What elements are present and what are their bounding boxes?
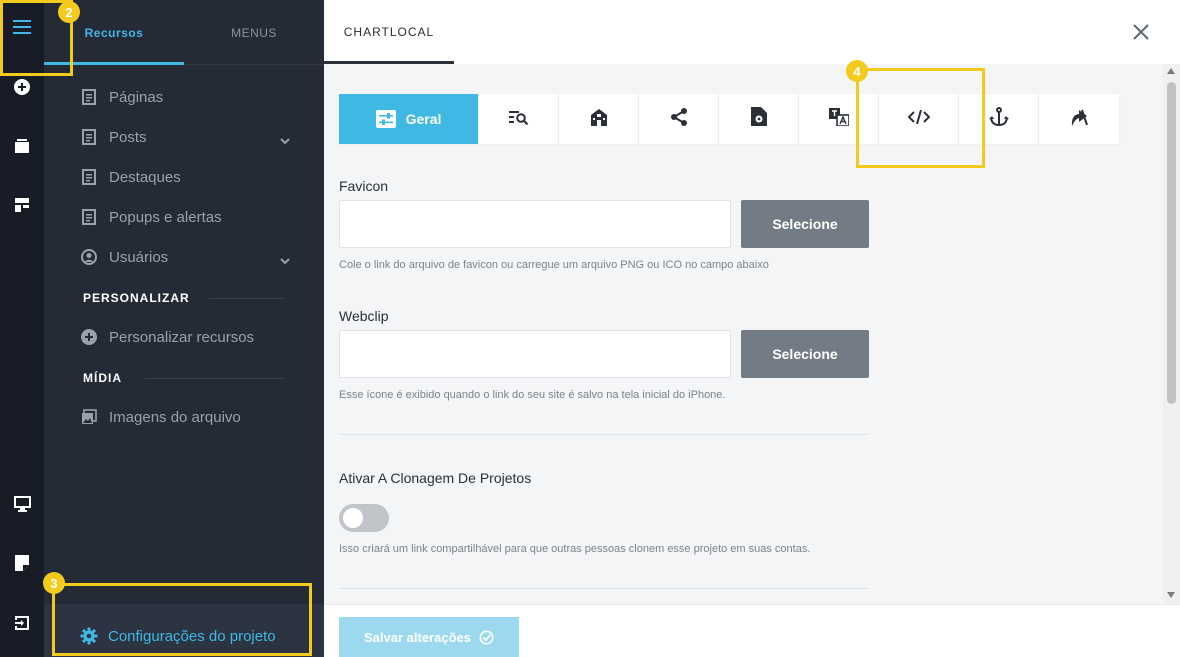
- section-divider: [145, 378, 285, 379]
- annotation-badge: 2: [58, 1, 80, 23]
- document-icon: [80, 128, 98, 146]
- search-list-icon: [508, 109, 529, 130]
- hamburger-menu-icon[interactable]: [0, 9, 44, 45]
- layers-icon[interactable]: [0, 128, 44, 164]
- tab-redirect[interactable]: [1039, 94, 1119, 144]
- favicon-label: Favicon: [339, 178, 389, 194]
- share-icon: [670, 107, 688, 131]
- document-icon: [80, 168, 98, 186]
- add-circle-icon: [80, 328, 98, 346]
- favicon-select-button[interactable]: Selecione: [741, 200, 869, 248]
- sidebar-item-label: Destaques: [109, 168, 181, 186]
- sidebar-item-paginas[interactable]: Páginas: [80, 82, 290, 112]
- check-circle-icon: [479, 630, 494, 645]
- sidebar-item-label: Popups e alertas: [109, 208, 222, 226]
- chevron-down-icon[interactable]: [280, 251, 290, 268]
- sidebar-item-label: Imagens do arquivo: [109, 408, 241, 426]
- sidebar-item-destaques[interactable]: Destaques: [80, 162, 290, 192]
- section-title-midia: MÍDIA: [83, 371, 122, 385]
- cloning-label: Ativar A Clonagem De Projetos: [339, 470, 532, 486]
- building-icon: [589, 108, 609, 131]
- active-tab-indicator: [44, 62, 184, 65]
- scroll-down-arrow-icon[interactable]: [1167, 592, 1175, 598]
- desktop-icon[interactable]: [0, 486, 44, 522]
- translate-icon: [828, 107, 850, 131]
- sidebar-item-personalizar-recursos[interactable]: Personalizar recursos: [80, 322, 290, 352]
- webclip-label: Webclip: [339, 308, 389, 324]
- toggle-knob: [343, 508, 363, 528]
- layout-blocks-icon[interactable]: [0, 187, 44, 223]
- save-changes-label: Salvar alterações: [364, 629, 471, 645]
- icon-rail: [0, 0, 44, 657]
- tab-anchor[interactable]: [959, 94, 1039, 144]
- section-divider: [209, 298, 285, 299]
- tab-file-settings[interactable]: [719, 94, 799, 144]
- title-underline: [324, 61, 454, 64]
- page-title[interactable]: CHARTLOCAL: [324, 0, 454, 64]
- sidebar-item-label: Posts: [109, 128, 147, 146]
- images-icon: [80, 408, 98, 426]
- webclip-select-button[interactable]: Selecione: [741, 330, 869, 378]
- sidebar-item-posts[interactable]: Posts: [80, 122, 290, 152]
- project-settings-label: Configurações do projeto: [108, 627, 276, 645]
- cloning-help-text: Isso criará um link compartilhável para …: [339, 543, 811, 555]
- sidebar-item-label: Usuários: [109, 248, 169, 266]
- section-divider: [339, 588, 869, 589]
- annotation-badge: 4: [846, 60, 868, 82]
- sidebar-item-imagens[interactable]: Imagens do arquivo: [80, 402, 290, 432]
- main-header: CHARTLOCAL: [324, 0, 1180, 64]
- chevron-down-icon[interactable]: [280, 131, 290, 148]
- sidebar-item-label: Páginas: [109, 88, 164, 106]
- sidebar-item-label: Personalizar recursos: [109, 328, 255, 346]
- scroll-up-arrow-icon[interactable]: [1167, 68, 1175, 74]
- webclip-input[interactable]: [339, 330, 731, 378]
- section-title-personalizar: PERSONALIZAR: [83, 291, 190, 305]
- gear-icon: [80, 627, 98, 645]
- document-icon: [80, 208, 98, 226]
- favicon-input[interactable]: [339, 200, 731, 248]
- sidebar-item-usuarios[interactable]: Usuários: [80, 242, 290, 272]
- tab-business[interactable]: [559, 94, 639, 144]
- exit-icon[interactable]: [0, 605, 44, 641]
- file-gear-icon: [750, 107, 767, 131]
- save-changes-button[interactable]: Salvar alterações: [339, 617, 519, 657]
- redirect-icon: [1069, 107, 1089, 132]
- tab-share[interactable]: [639, 94, 719, 144]
- tab-menus[interactable]: MENUS: [184, 0, 324, 65]
- anchor-icon: [988, 106, 1009, 132]
- section-divider: [339, 434, 869, 435]
- close-icon[interactable]: [1129, 20, 1153, 44]
- user-circle-icon: [80, 248, 98, 266]
- document-icon: [80, 88, 98, 106]
- scroll-thumb[interactable]: [1167, 82, 1176, 404]
- tab-code[interactable]: [879, 94, 959, 144]
- code-icon: [907, 109, 930, 129]
- project-settings-link[interactable]: Configurações do projeto: [80, 621, 276, 651]
- add-circle-icon[interactable]: [0, 69, 44, 105]
- vertical-scrollbar[interactable]: [1163, 64, 1180, 604]
- page-icon[interactable]: [0, 545, 44, 581]
- settings-tabs: Geral: [339, 94, 1119, 144]
- sidebar: Recursos MENUS Páginas Posts Destaques P…: [44, 0, 324, 657]
- favicon-help-text: Cole o link do arquivo de favicon ou car…: [339, 259, 769, 271]
- webclip-help-text: Esse ícone é exibido quando o link do se…: [339, 389, 726, 401]
- tab-seo[interactable]: [479, 94, 559, 144]
- sliders-icon: [375, 110, 396, 128]
- app-window: Recursos MENUS Páginas Posts Destaques P…: [0, 0, 1180, 657]
- tab-translate[interactable]: [799, 94, 879, 144]
- main-panel: CHARTLOCAL Geral Favicon Selecione Cole …: [324, 0, 1180, 657]
- sidebar-item-popups[interactable]: Popups e alertas: [80, 202, 290, 232]
- tab-geral-label: Geral: [405, 111, 442, 127]
- cloning-toggle[interactable]: [339, 504, 389, 532]
- sidebar-tabs: Recursos MENUS: [44, 0, 324, 65]
- annotation-badge: 3: [43, 572, 65, 594]
- tab-geral[interactable]: Geral: [339, 94, 479, 144]
